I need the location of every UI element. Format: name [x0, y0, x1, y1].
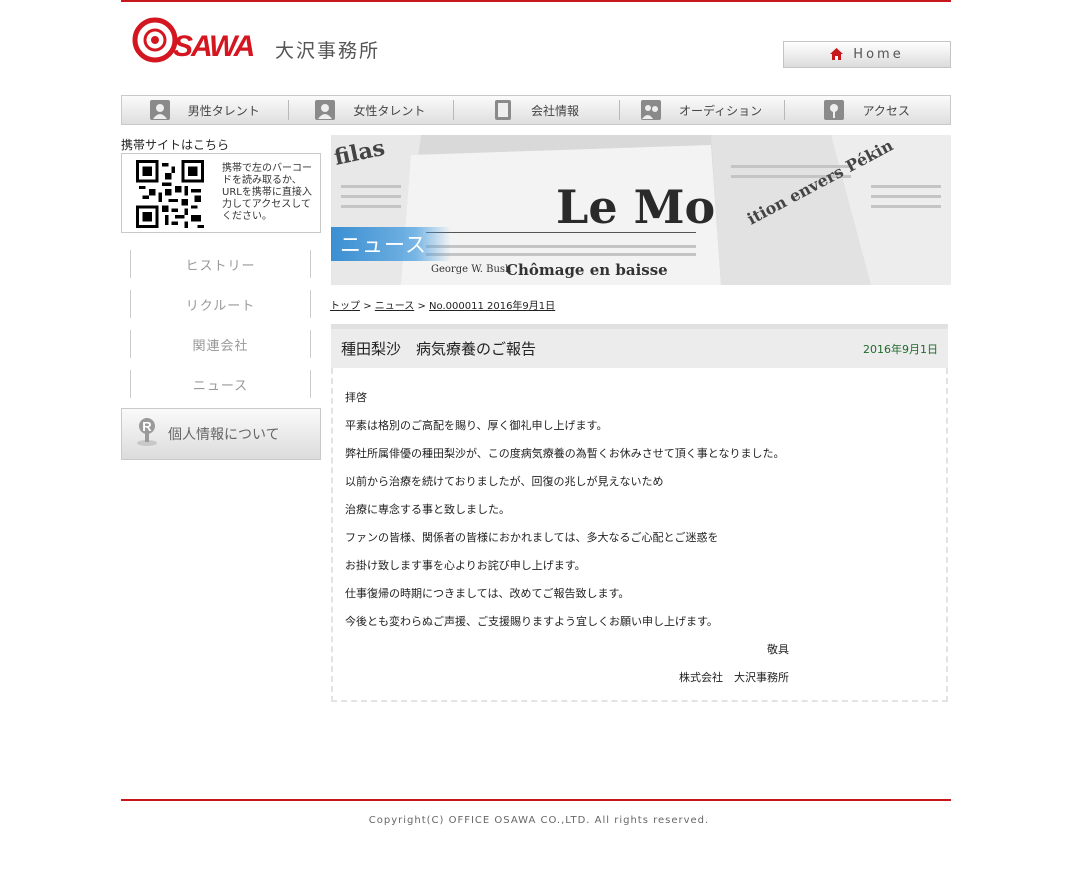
- svg-text:George W. Bush: George W. Bush: [431, 264, 512, 275]
- article-date: 2016年9月1日: [863, 343, 938, 356]
- hero-banner: ニュース: [331, 227, 451, 261]
- nav-audition[interactable]: オーディション: [618, 96, 785, 124]
- svg-text:R: R: [142, 419, 152, 434]
- sidebar-link-news[interactable]: ニュース: [130, 370, 311, 398]
- article-body: 拝啓 平素は格別のご高配を賜り、厚く御礼申し上げます。 弊社所属俳優の種田梨沙が…: [331, 368, 948, 702]
- map-pin-icon: [824, 100, 845, 120]
- nav-female-talent[interactable]: 女性タレント: [287, 96, 454, 124]
- footer-red-rule: [121, 799, 951, 801]
- article-closing: 敬具: [767, 643, 789, 656]
- article-line: ファンの皆様、関係者の皆様におかれましては、多大なるご心配とご迷惑を: [345, 531, 719, 544]
- home-icon: [830, 45, 844, 64]
- article-line: 今後とも変わらぬご声援、ご支援賜りますよう宜しくお願い申し上げます。: [345, 615, 718, 628]
- audition-icon: [640, 100, 661, 120]
- sidebar-link-recruit[interactable]: リクルート: [130, 290, 311, 318]
- qr-box: 携帯で左のバーコードを読み取るか、URLを携帯に直接入力してアクセスしてください…: [121, 153, 321, 233]
- news-hero-image: Le Mo Chômage en baisse George W. Bush f…: [331, 135, 951, 285]
- nav-label: アクセス: [862, 103, 910, 118]
- breadcrumb-separator: >: [417, 301, 426, 312]
- breadcrumb-top[interactable]: トップ: [330, 301, 360, 312]
- article-line: お掛け致します事を心よりお詫び申し上げます。: [345, 559, 586, 572]
- copyright: Copyright(C) OFFICE OSAWA CO.,LTD. All r…: [368, 815, 710, 826]
- article-line: 拝啓: [345, 391, 367, 404]
- nav-access[interactable]: アクセス: [784, 96, 950, 124]
- svg-text:Chômage en baisse: Chômage en baisse: [506, 261, 668, 279]
- qr-code: [136, 160, 204, 228]
- page: SAWA 大沢事務所 Home 男性タレント 女性タレント 会社情報 オーディシ…: [0, 0, 1078, 869]
- nav-label: オーディション: [678, 103, 763, 118]
- nav-male-talent[interactable]: 男性タレント: [122, 96, 288, 124]
- article-line: 以前から治療を続けておりましたが、回復の兆しが見えないため: [345, 475, 664, 488]
- privacy-policy-button[interactable]: R 個人情報について: [121, 408, 321, 460]
- nav-label: 男性タレント: [187, 103, 260, 118]
- site-name: 大沢事務所: [275, 40, 381, 62]
- article-header: 種田梨沙 病気療養のご報告 2016年9月1日: [331, 324, 948, 368]
- hero-label: ニュース: [340, 233, 427, 257]
- article-line: 治療に専念する事と致しました。: [345, 503, 510, 516]
- news-article: 種田梨沙 病気療養のご報告 2016年9月1日 拝啓 平素は格別のご高配を賜り、…: [331, 324, 948, 702]
- svg-text:SAWA: SAWA: [173, 30, 254, 63]
- main-nav: 男性タレント 女性タレント 会社情報 オーディション アクセス: [121, 95, 951, 125]
- article-signature: 株式会社 大沢事務所: [679, 671, 789, 684]
- nav-label: 女性タレント: [353, 103, 426, 118]
- document-icon: [493, 100, 513, 120]
- home-button[interactable]: Home: [783, 41, 951, 68]
- sidebar-link-affiliates[interactable]: 関連会社: [130, 330, 311, 358]
- breadcrumb-current[interactable]: No.000011 2016年9月1日: [429, 301, 555, 312]
- breadcrumb-news[interactable]: ニュース: [375, 301, 415, 312]
- qr-instructions: 携帯で左のバーコードを読み取るか、URLを携帯に直接入力してアクセスしてください…: [222, 163, 312, 222]
- person-icon: [315, 100, 336, 120]
- article-title: 種田梨沙 病気療養のご報告: [341, 340, 537, 358]
- breadcrumb: トップ > ニュース > No.000011 2016年9月1日: [330, 297, 555, 312]
- svg-text:Le Mo: Le Mo: [556, 180, 715, 234]
- mobile-site-title: 携帯サイトはこちら: [121, 138, 230, 152]
- privacy-label: 個人情報について: [168, 427, 280, 443]
- sidebar-link-history[interactable]: ヒストリー: [130, 250, 311, 278]
- article-line: 平素は格別のご高配を賜り、厚く御礼申し上げます。: [345, 419, 608, 432]
- nav-company-info[interactable]: 会社情報: [453, 96, 619, 124]
- home-label: Home: [853, 47, 904, 62]
- nav-label: 会社情報: [530, 103, 579, 118]
- top-red-rule: [121, 0, 951, 2]
- article-line: 弊社所属俳優の種田梨沙が、この度病気療養の為暫くお休みさせて頂く事となりました。: [345, 447, 785, 460]
- person-icon: [149, 100, 170, 120]
- privacy-icon: R: [136, 417, 158, 451]
- osawa-logo[interactable]: SAWA: [131, 16, 259, 64]
- breadcrumb-separator: >: [363, 301, 372, 312]
- article-line: 仕事復帰の時期につきましては、改めてご報告致します。: [345, 587, 630, 600]
